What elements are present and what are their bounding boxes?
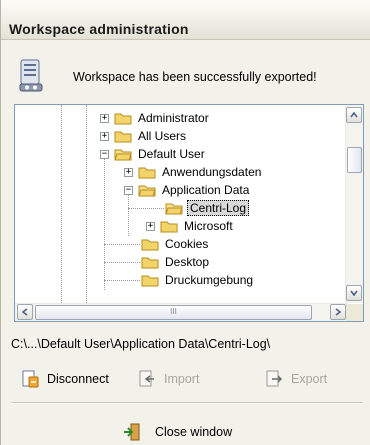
folder-tree[interactable]: + Administrator + All Users − Default Us… <box>14 104 364 322</box>
export-button[interactable]: Export <box>265 370 327 388</box>
tree-item-label: All Users <box>138 129 187 143</box>
selected-path: C:\...\Default User\Application Data\Cen… <box>11 337 271 351</box>
disconnect-icon <box>22 370 39 388</box>
tree-item-desktop[interactable]: Desktop <box>141 253 211 271</box>
expand-plus-icon[interactable]: + <box>146 221 155 231</box>
tree-item-cookies[interactable]: Cookies <box>141 235 210 253</box>
tree-guide-line <box>86 105 87 305</box>
folder-icon <box>141 257 159 269</box>
tree-item-label: Application Data <box>162 183 250 197</box>
tree-item-label: Anwendungsdaten <box>162 165 262 179</box>
export-label: Export <box>291 372 328 386</box>
tree-item-default-user[interactable]: − Default User <box>100 145 207 163</box>
chevron-up-icon <box>350 112 358 118</box>
export-icon <box>266 370 283 387</box>
folder-open-icon <box>138 185 156 197</box>
folder-icon <box>114 113 132 125</box>
chevron-left-icon <box>22 308 28 316</box>
vertical-scrollbar[interactable] <box>345 105 363 303</box>
scrollbar-corner <box>346 304 363 321</box>
chevron-down-icon <box>350 290 358 296</box>
import-label: Import <box>164 372 200 386</box>
tree-item-microsoft[interactable]: + Microsoft <box>146 217 235 235</box>
exit-door-icon <box>124 423 140 441</box>
chevron-right-icon <box>335 308 341 316</box>
server-icon <box>19 59 43 92</box>
tree-item-centri-log[interactable]: Centri-Log <box>165 199 250 217</box>
expand-plus-icon[interactable]: + <box>100 113 109 123</box>
window-title: Workspace administration <box>9 21 189 37</box>
horizontal-scroll-thumb[interactable]: III <box>35 305 312 320</box>
folder-icon <box>138 167 156 179</box>
tree-item-all-users[interactable]: + All Users <box>100 127 188 145</box>
tree-guide-line <box>104 150 105 290</box>
tree-guide-line <box>128 208 164 209</box>
tree-item-anwendungsdaten[interactable]: + Anwendungsdaten <box>124 163 263 181</box>
tree-item-label-selected: Centri-Log <box>187 200 250 216</box>
tree-item-druckumgebung[interactable]: Druckumgebung <box>141 271 255 289</box>
tree-guide-line <box>61 105 62 305</box>
collapse-minus-icon[interactable]: − <box>124 185 133 195</box>
tree-guide-line <box>104 244 140 245</box>
scroll-down-button[interactable] <box>346 285 362 301</box>
tree-item-label: Administrator <box>138 111 209 125</box>
tree-item-application-data[interactable]: − Application Data <box>124 181 251 199</box>
tree-guide-line <box>104 280 140 281</box>
tree-guide-line <box>104 262 140 263</box>
folder-icon <box>141 275 159 287</box>
disconnect-button[interactable]: Disconnect <box>21 370 109 388</box>
tree-item-label: Desktop <box>165 255 210 269</box>
tree-item-label: Cookies <box>165 237 209 251</box>
scroll-up-button[interactable] <box>346 107 362 123</box>
scroll-right-button[interactable] <box>330 304 346 320</box>
vertical-scroll-thumb[interactable] <box>347 147 362 173</box>
close-window-button[interactable]: Close window <box>123 423 232 441</box>
tree-item-administrator[interactable]: + Administrator <box>100 109 211 127</box>
expand-plus-icon[interactable]: + <box>100 131 109 141</box>
folder-icon <box>114 131 132 143</box>
close-window-label: Close window <box>155 425 233 439</box>
expand-plus-icon[interactable]: + <box>124 167 133 177</box>
folder-icon <box>141 239 159 251</box>
tree-item-label: Druckumgebung <box>165 273 254 287</box>
export-success-message: Workspace has been successfully exported… <box>73 70 317 84</box>
folder-open-icon <box>114 149 132 161</box>
tree-item-label: Default User <box>138 147 205 161</box>
divider <box>11 402 363 404</box>
disconnect-label: Disconnect <box>47 372 109 386</box>
title-bar: Workspace administration <box>1 0 370 40</box>
workspace-admin-window: Workspace administration Workspace has b… <box>0 0 370 445</box>
horizontal-scrollbar[interactable]: III <box>15 303 348 321</box>
import-icon <box>139 370 154 387</box>
collapse-minus-icon[interactable]: − <box>100 149 109 159</box>
scroll-left-button[interactable] <box>17 304 33 320</box>
import-button[interactable]: Import <box>138 370 199 388</box>
folder-icon <box>160 221 178 233</box>
folder-open-icon <box>165 203 183 215</box>
tree-item-label: Microsoft <box>184 219 233 233</box>
